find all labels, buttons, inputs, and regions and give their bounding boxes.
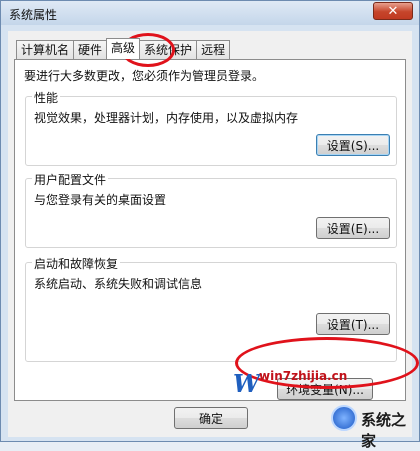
user-profile-group-desc: 与您登录有关的桌面设置 <box>34 193 167 207</box>
startup-recovery-group-title: 启动和故障恢复 <box>32 255 121 272</box>
tab-strip: 计算机名 硬件 高级 系统保护 远程 <box>16 38 231 59</box>
user-profile-group-title: 用户配置文件 <box>32 171 109 188</box>
user-profile-settings-button[interactable]: 设置(E)... <box>316 217 390 239</box>
tab-remote[interactable]: 远程 <box>196 40 231 59</box>
tab-hardware[interactable]: 硬件 <box>73 40 108 59</box>
environment-variables-button[interactable]: 环境变量(N)... <box>277 378 373 400</box>
startup-recovery-group: 启动和故障恢复 系统启动、系统失败和调试信息 设置(T)... <box>25 255 397 362</box>
tab-advanced[interactable]: 高级 <box>106 38 141 59</box>
ok-button[interactable]: 确定 <box>174 407 248 429</box>
title-bar: 系统属性 ✕ <box>1 1 419 25</box>
close-button[interactable]: ✕ <box>373 2 413 20</box>
advanced-tab-panel: 要进行大多数更改，您必须作为管理员登录。 性能 视觉效果，处理器计划，内存使用，… <box>14 59 406 401</box>
startup-recovery-group-desc: 系统启动、系统失败和调试信息 <box>34 277 203 291</box>
tab-computer-name[interactable]: 计算机名 <box>16 40 75 59</box>
performance-group: 性能 视觉效果，处理器计划，内存使用，以及虚拟内存 设置(S)... <box>25 89 397 166</box>
close-icon: ✕ <box>387 3 399 19</box>
performance-settings-button[interactable]: 设置(S)... <box>316 134 390 156</box>
performance-group-desc: 视觉效果，处理器计划，内存使用，以及虚拟内存 <box>34 111 299 125</box>
dialog-client: 计算机名 硬件 高级 系统保护 远程 要进行大多数更改，您必须作为管理员登录。 … <box>8 31 412 437</box>
window-title: 系统属性 <box>9 8 58 22</box>
startup-recovery-settings-button[interactable]: 设置(T)... <box>316 313 390 335</box>
admin-notice: 要进行大多数更改，您必须作为管理员登录。 <box>24 69 265 83</box>
system-properties-window: 系统属性 ✕ 计算机名 硬件 高级 系统保护 远程 要进行大多数更改，您必须作为… <box>0 0 420 450</box>
tab-system-protection[interactable]: 系统保护 <box>139 40 198 59</box>
user-profile-group: 用户配置文件 与您登录有关的桌面设置 设置(E)... <box>25 171 397 248</box>
performance-group-title: 性能 <box>32 89 61 106</box>
